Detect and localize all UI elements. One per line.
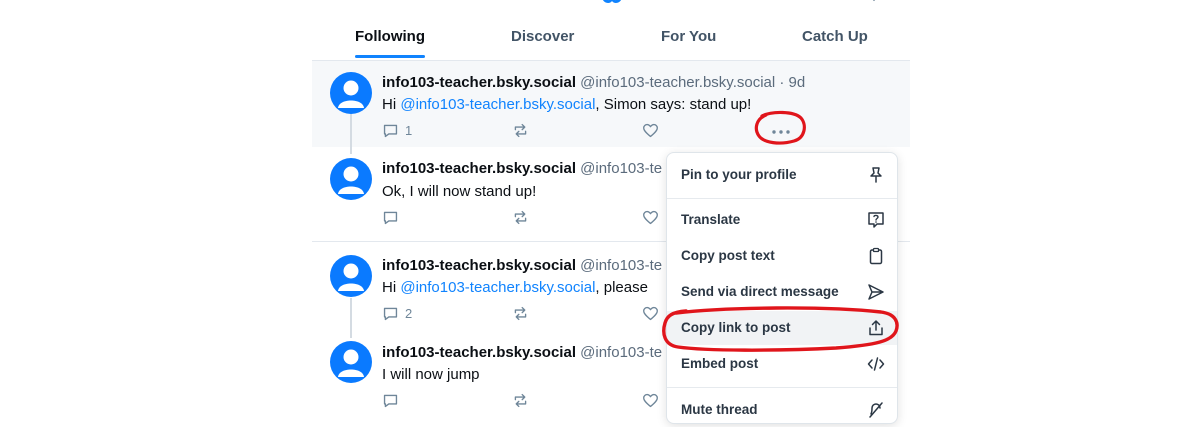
tab-catch-up[interactable]: Catch Up: [802, 28, 868, 45]
mention-link[interactable]: @info103-teacher.bsky.social: [400, 279, 595, 296]
like-button[interactable]: [642, 209, 659, 226]
post-text: I will now jump: [382, 366, 480, 383]
menu-separator: [667, 387, 897, 388]
more-options-button[interactable]: [770, 123, 792, 141]
tab-for-you[interactable]: For You: [661, 28, 716, 45]
tab-following[interactable]: Following: [355, 28, 425, 45]
menu-item-copy-text[interactable]: Copy post text: [667, 239, 897, 273]
repost-button[interactable]: [512, 392, 529, 409]
menu-item-translate[interactable]: Translate: [667, 203, 897, 237]
code-icon: [867, 357, 885, 371]
avatar[interactable]: [330, 341, 372, 383]
author-handle: @info103-teacher.bsky.social · 9d: [580, 74, 806, 91]
more-horizontal-icon: [772, 130, 790, 134]
author-name[interactable]: info103-teacher.bsky.social: [382, 257, 576, 274]
mention-link[interactable]: @info103-teacher.bsky.social: [400, 96, 595, 113]
reply-button[interactable]: [382, 392, 399, 409]
avatar[interactable]: [330, 72, 372, 114]
menu-item-embed[interactable]: Embed post: [667, 347, 897, 381]
post-author[interactable]: info103-teacher.bsky.social @info103-te: [382, 160, 662, 177]
avatar[interactable]: [330, 158, 372, 200]
butterfly-logo-icon: [602, 0, 622, 3]
reply-count: 2: [405, 306, 413, 321]
reply-icon: [383, 394, 398, 408]
active-tab-indicator: [355, 55, 425, 58]
post-author[interactable]: info103-teacher.bsky.social @info103-tea…: [382, 74, 805, 91]
repost-icon: [514, 123, 527, 138]
reply-count: 1: [405, 123, 413, 138]
reply-button[interactable]: [382, 209, 399, 226]
repost-button[interactable]: [512, 209, 529, 226]
tab-discover[interactable]: Discover: [511, 28, 574, 45]
post-item[interactable]: info103-teacher.bsky.social @info103-tea…: [312, 61, 910, 147]
repost-icon: [514, 393, 527, 408]
reply-icon: [383, 307, 398, 321]
translate-icon: [868, 212, 884, 228]
repost-button[interactable]: [512, 122, 529, 139]
mute-icon: [869, 402, 883, 418]
author-name[interactable]: info103-teacher.bsky.social: [382, 74, 576, 91]
author-handle: @info103-te: [580, 344, 663, 361]
like-button[interactable]: [642, 305, 659, 322]
clipboard-icon: [869, 247, 883, 265]
post-author[interactable]: info103-teacher.bsky.social @info103-te: [382, 257, 662, 274]
author-name[interactable]: info103-teacher.bsky.social: [382, 344, 576, 361]
repost-icon: [514, 306, 527, 321]
post-text: Hi @info103-teacher.bsky.social, Simon s…: [382, 96, 752, 113]
pin-icon: [870, 167, 882, 183]
avatar[interactable]: [330, 255, 372, 297]
repost-button[interactable]: [512, 305, 529, 322]
close-icon[interactable]: [868, 0, 880, 4]
reply-button[interactable]: 2: [382, 305, 412, 322]
send-icon: [868, 284, 884, 300]
repost-icon: [514, 210, 527, 225]
heart-icon: [643, 210, 658, 225]
author-handle: @info103-te: [580, 257, 663, 274]
post-text: Hi @info103-teacher.bsky.social, please: [382, 279, 648, 296]
author-name[interactable]: info103-teacher.bsky.social: [382, 160, 576, 177]
post-options-menu: Pin to your profile Translate Copy post …: [666, 152, 898, 424]
like-button[interactable]: [642, 392, 659, 409]
reply-button[interactable]: 1: [382, 122, 412, 139]
post-text: Ok, I will now stand up!: [382, 183, 537, 200]
post-actions: 1: [382, 122, 822, 142]
menu-item-copy-link[interactable]: Copy link to post: [667, 311, 897, 345]
menu-item-send-dm[interactable]: Send via direct message: [667, 275, 897, 309]
heart-icon: [643, 393, 658, 408]
share-icon: [869, 320, 883, 336]
post-author[interactable]: info103-teacher.bsky.social @info103-te: [382, 344, 662, 361]
menu-item-pin[interactable]: Pin to your profile: [667, 158, 897, 192]
menu-separator: [667, 198, 897, 199]
author-handle: @info103-te: [580, 160, 663, 177]
reply-icon: [383, 211, 398, 225]
reply-icon: [383, 124, 398, 138]
heart-icon: [643, 123, 658, 138]
heart-icon: [643, 306, 658, 321]
like-button[interactable]: [642, 122, 659, 139]
menu-item-mute-thread[interactable]: Mute thread: [667, 393, 897, 427]
